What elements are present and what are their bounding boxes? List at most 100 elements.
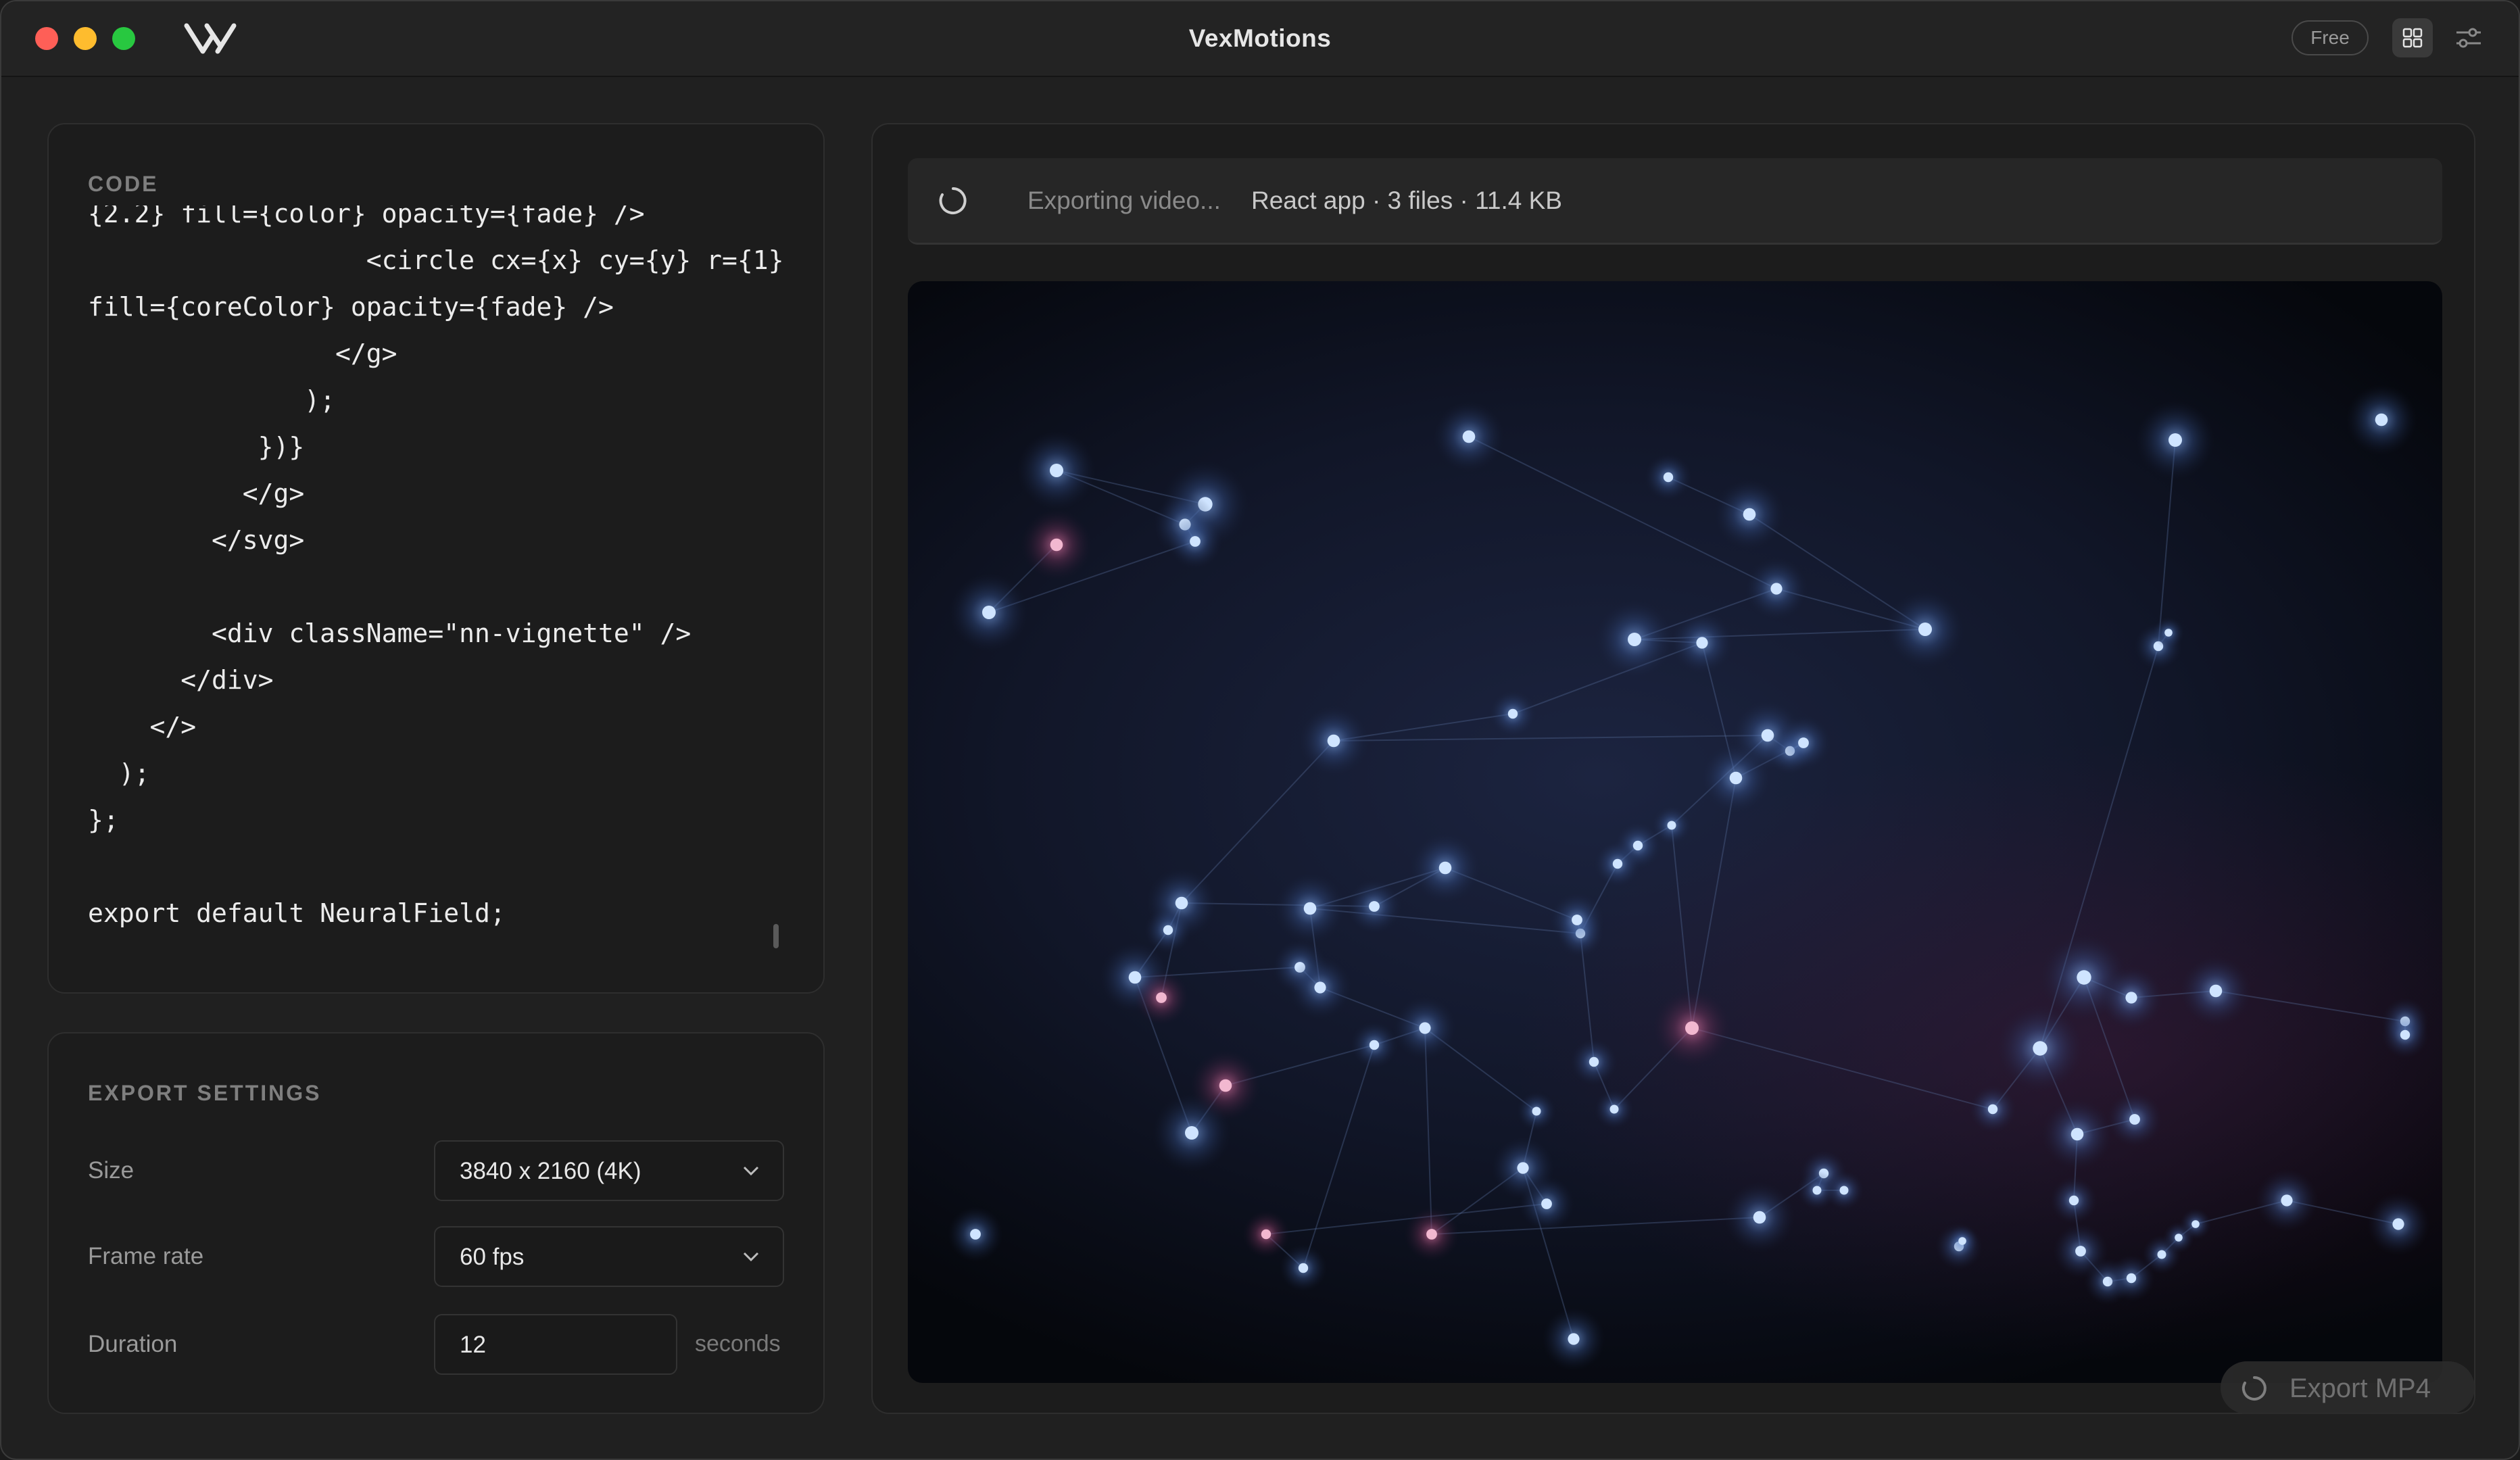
node-core — [1663, 472, 1674, 483]
node-core — [2125, 992, 2137, 1004]
node-core — [1987, 1104, 1998, 1115]
node-core — [1667, 821, 1676, 830]
network-node — [1700, 742, 1772, 814]
network-node — [1517, 1092, 1556, 1131]
network-edge — [1691, 1027, 1993, 1110]
node-core — [2075, 1246, 2086, 1257]
network-node — [1017, 431, 1096, 510]
network-node — [1242, 1211, 1290, 1258]
node-core — [1628, 633, 1641, 646]
network-edge — [1333, 735, 1768, 741]
network-edge — [1431, 1217, 1760, 1235]
node-core — [1609, 1104, 1619, 1114]
export-mp4-label: Export MP4 — [2289, 1373, 2431, 1403]
node-core — [1532, 1106, 1541, 1116]
network-node — [1645, 454, 1692, 501]
node-core — [1298, 1263, 1309, 1273]
neural-field-preview — [948, 384, 2430, 1371]
network-node — [2367, 1192, 2430, 1256]
plan-badge: Free — [2292, 20, 2369, 55]
node-core — [1219, 1079, 1232, 1092]
sliders-icon[interactable] — [2454, 23, 2483, 53]
frame-rate-select[interactable]: 60 fps — [434, 1226, 784, 1287]
node-core — [2164, 629, 2173, 637]
network-node — [1288, 956, 1352, 1019]
network-node — [1724, 1182, 1795, 1253]
network-node — [2107, 1092, 2162, 1147]
size-label: Size — [88, 1157, 135, 1184]
code-line: ); — [88, 758, 150, 788]
node-core — [1517, 1162, 1529, 1174]
node-core — [2157, 1250, 2166, 1259]
node-core — [1369, 1040, 1380, 1050]
code-editor[interactable]: {2.2} fill={color} opacity={fade} /> <ci… — [88, 205, 804, 990]
network-node — [2136, 401, 2214, 479]
node-core — [1190, 536, 1201, 547]
network-node — [2100, 966, 2163, 1029]
code-line: }; — [88, 805, 119, 835]
node-core — [1568, 1333, 1580, 1345]
node-core — [1050, 538, 1063, 552]
frame-rate-select-value: 60 fps — [460, 1244, 525, 1270]
network-node — [1595, 1090, 1634, 1129]
network-node — [1351, 1021, 1398, 1069]
node-core — [1541, 1198, 1552, 1209]
node-core — [970, 1229, 981, 1240]
node-core — [2077, 970, 2091, 985]
network-node — [1167, 514, 1223, 569]
network-node — [1570, 1038, 1618, 1086]
network-node — [1393, 996, 1457, 1060]
network-node — [1489, 690, 1536, 737]
node-core — [1612, 858, 1623, 869]
code-line: </div> — [88, 665, 274, 695]
network-node — [1021, 509, 1092, 581]
duration-input[interactable]: 12 — [434, 1314, 677, 1375]
export-mp4-button[interactable]: Export MP4 — [2221, 1361, 2475, 1414]
node-core — [1438, 861, 1452, 875]
network-node — [1134, 970, 1189, 1025]
network-node — [2346, 384, 2417, 456]
node-core — [2070, 1127, 2084, 1141]
node-core — [2033, 1041, 2048, 1056]
node-core — [982, 606, 996, 619]
node-core — [1156, 992, 1167, 1003]
grid-view-button[interactable] — [2392, 18, 2433, 57]
code-line: })} — [88, 432, 305, 462]
chevron-down-icon — [743, 1166, 759, 1176]
size-select[interactable]: 3840 x 2160 (4K) — [434, 1140, 784, 1201]
spinner-icon — [939, 187, 967, 214]
network-node — [2180, 955, 2252, 1027]
export-status-text: Exporting video... — [1027, 187, 1221, 214]
node-core — [2126, 1273, 2137, 1284]
node-core — [1572, 915, 1582, 925]
spinner-icon — [2242, 1376, 2267, 1401]
network-node — [2381, 1011, 2429, 1058]
node-core — [1050, 464, 1063, 477]
code-line: </> — [88, 712, 197, 741]
node-core — [1958, 1237, 1966, 1245]
network-node — [950, 573, 1028, 652]
node-core — [1185, 1126, 1198, 1140]
node-core — [1426, 1229, 1437, 1240]
node-core — [1462, 430, 1476, 443]
node-core — [1798, 737, 1809, 748]
network-node — [1298, 705, 1370, 777]
network-node — [1969, 1086, 2016, 1133]
frame-rate-label: Frame rate — [88, 1243, 204, 1269]
size-select-value: 3840 x 2160 (4K) — [460, 1158, 641, 1184]
code-line: {2.2} fill={color} opacity={fade} /> — [88, 205, 645, 228]
network-node — [1745, 557, 1808, 620]
network-node — [1653, 989, 1731, 1067]
code-scrollbar[interactable] — [773, 924, 779, 948]
chevron-down-icon — [743, 1252, 759, 1262]
node-core — [1839, 1186, 1849, 1195]
export-settings-panel: EXPORT SETTINGS Size 3840 x 2160 (4K) Fr… — [47, 1032, 825, 1414]
node-core — [1918, 623, 1932, 636]
node-core — [1507, 708, 1518, 719]
code-section-label: CODE — [88, 172, 159, 196]
app-title: VexMotions — [1188, 24, 1332, 52]
network-node — [2041, 1098, 2113, 1170]
node-core — [1327, 734, 1340, 748]
node-core — [2209, 984, 2223, 998]
code-line: fill={coreColor} opacity={fade} /> — [88, 292, 614, 322]
